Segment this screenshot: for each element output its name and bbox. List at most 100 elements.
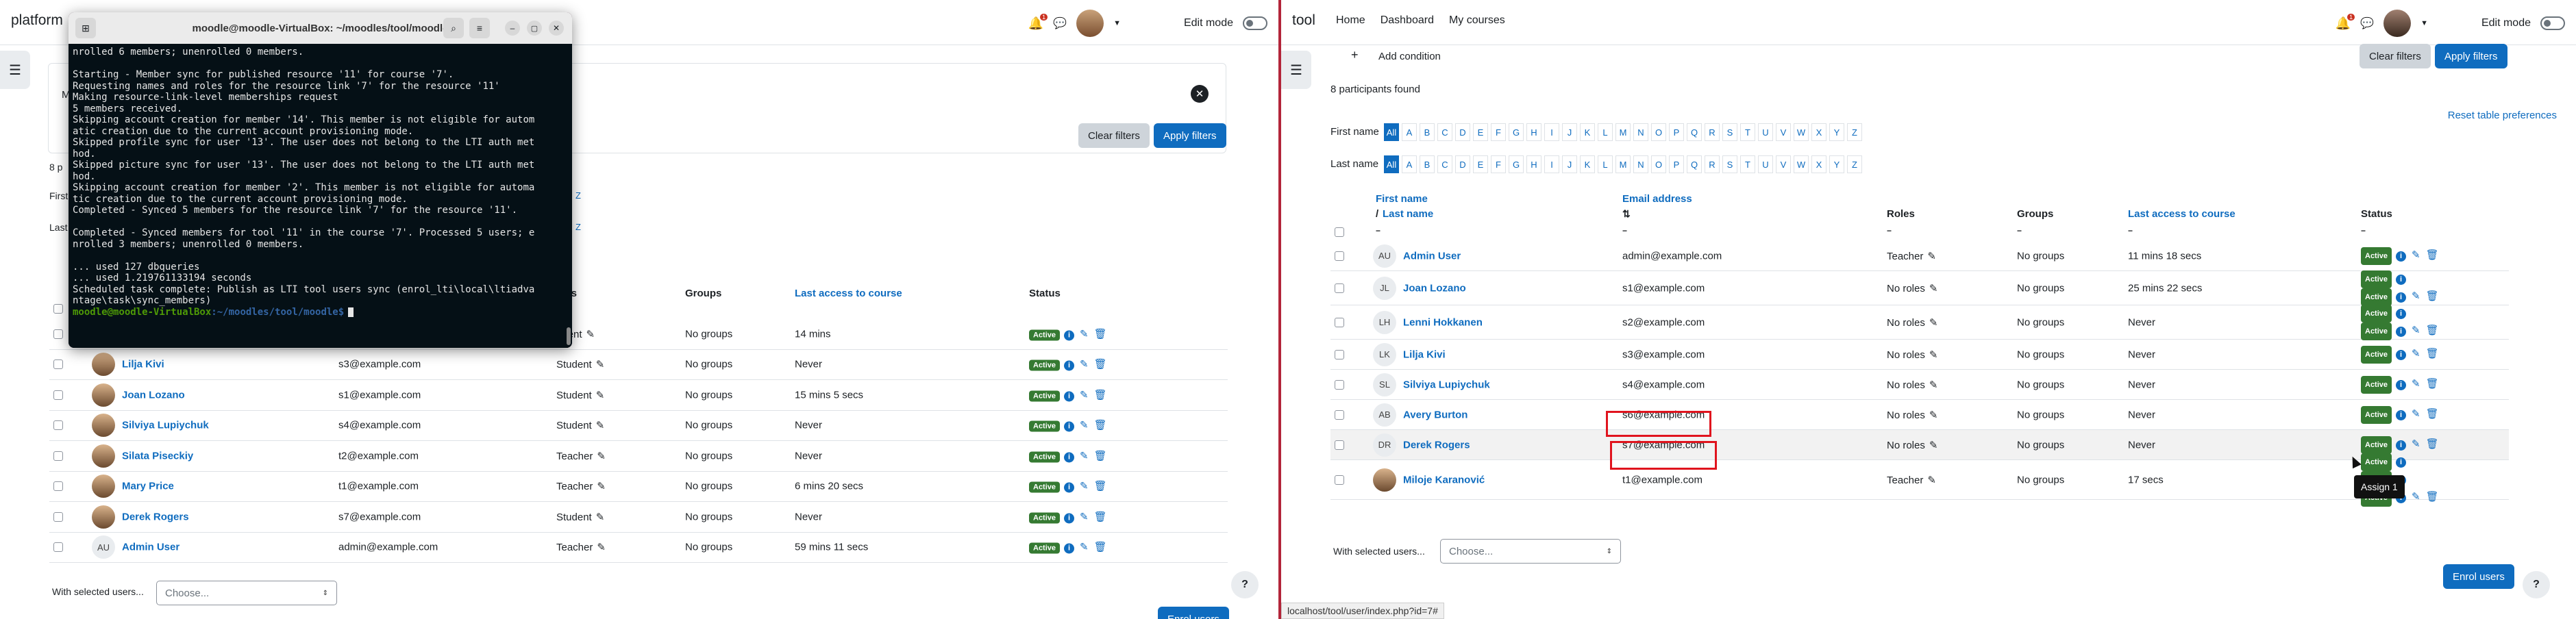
row-checkbox[interactable] (53, 451, 63, 461)
right-clear-filters-button[interactable]: Clear filters (2360, 44, 2431, 68)
initial-letter-button[interactable]: V (1776, 155, 1791, 173)
left-letter-z-last[interactable]: Z (575, 222, 581, 232)
edit-pencil-icon[interactable]: ✎ (1929, 349, 1938, 361)
initial-letter-button[interactable]: K (1580, 155, 1595, 173)
trash-icon[interactable]: 🗑 (1094, 419, 1107, 431)
left-col-status[interactable]: Status (1029, 288, 1061, 299)
collapse-access-icon[interactable]: − (2128, 226, 2133, 236)
info-icon[interactable]: i (1064, 391, 1075, 402)
nav-link[interactable]: My courses (1449, 14, 1505, 26)
nav-link[interactable]: Home (1336, 14, 1365, 26)
info-icon[interactable]: i (1064, 360, 1075, 371)
initial-letter-button[interactable]: G (1509, 155, 1524, 173)
col-status[interactable]: Status (2361, 208, 2392, 220)
edit-enrolment-icon[interactable]: ✎ (2412, 377, 2420, 392)
user-name-link[interactable]: Lilja Kivi (122, 359, 164, 370)
trash-icon[interactable]: 🗑 (2426, 248, 2439, 263)
left-select-all-checkbox[interactable] (53, 304, 63, 314)
initial-letter-button[interactable]: S (1722, 123, 1737, 141)
initial-letter-button[interactable]: D (1455, 123, 1470, 141)
edit-enrolment-icon[interactable]: ✎ (1080, 449, 1089, 462)
trash-icon[interactable]: 🗑 (2426, 490, 2439, 505)
initial-letter-button[interactable]: H (1526, 123, 1541, 141)
terminal-window[interactable]: ⊞ moodle@moodle-VirtualBox: ~/moodles/to… (69, 12, 572, 348)
trash-icon[interactable]: 🗑 (2426, 377, 2439, 392)
initial-letter-button[interactable]: K (1580, 123, 1595, 141)
messages-icon[interactable]: 💬 (2360, 16, 2374, 30)
trash-icon[interactable]: 🗑 (2426, 346, 2439, 362)
initial-letter-button[interactable]: T (1740, 155, 1755, 173)
row-checkbox[interactable] (53, 542, 63, 553)
info-icon[interactable]: i (2396, 440, 2407, 451)
initial-letter-button[interactable]: U (1758, 155, 1773, 173)
initial-letter-button[interactable]: B (1420, 155, 1435, 173)
terminal-scrollbar[interactable] (567, 327, 571, 345)
initial-letter-button[interactable]: P (1669, 123, 1684, 141)
initial-letter-button[interactable]: Y (1829, 123, 1844, 141)
row-checkbox[interactable] (1335, 283, 1344, 293)
terminal-titlebar[interactable]: ⊞ moodle@moodle-VirtualBox: ~/moodles/to… (69, 12, 572, 44)
user-name-link[interactable]: Lenni Hokkanen (1403, 316, 1483, 328)
info-icon[interactable]: i (1064, 452, 1075, 463)
terminal-menu-icon[interactable]: ≡ (469, 18, 490, 38)
info-icon[interactable]: i (2396, 409, 2407, 420)
right-drawer-toggle[interactable]: ☰ (1281, 51, 1311, 89)
edit-pencil-icon[interactable]: ✎ (1929, 317, 1938, 329)
initial-letter-button[interactable]: I (1544, 155, 1559, 173)
trash-icon[interactable]: 🗑 (1094, 358, 1107, 370)
trash-icon[interactable]: 🗑 (1094, 327, 1107, 340)
trash-icon[interactable]: 🗑 (1094, 480, 1107, 492)
user-name-link[interactable]: Silviya Lupiychuk (1403, 379, 1490, 390)
initial-letter-button[interactable]: G (1509, 123, 1524, 141)
user-name-link[interactable]: Silata Piseckiy (122, 450, 193, 462)
initial-letter-button[interactable]: F (1491, 123, 1506, 141)
user-name-link[interactable]: Avery Burton (1403, 409, 1467, 420)
trash-icon[interactable]: 🗑 (1094, 449, 1107, 462)
left-enrol-users-button[interactable]: Enrol users (1158, 607, 1229, 619)
left-filter-close-icon[interactable]: ✕ (1191, 85, 1209, 103)
user-name-link[interactable]: Mary Price (122, 481, 174, 492)
initial-letter-button[interactable]: N (1633, 155, 1648, 173)
edit-pencil-icon[interactable]: ✎ (596, 420, 605, 431)
edit-enrolment-icon[interactable]: ✎ (1080, 510, 1089, 522)
collapse-groups-icon[interactable]: − (2017, 226, 2022, 236)
initial-letter-button[interactable]: Y (1829, 155, 1844, 173)
initial-letter-button[interactable]: X (1811, 123, 1826, 141)
terminal-output[interactable]: nrolled 6 members; unenrolled 0 members.… (69, 44, 572, 348)
terminal-prompt[interactable]: moodle@moodle-VirtualBox:~/moodles/tool/… (73, 307, 568, 318)
user-avatar[interactable] (1076, 10, 1104, 37)
trash-icon[interactable]: 🗑 (2426, 437, 2439, 452)
terminal-close-icon[interactable]: ✕ (549, 21, 564, 36)
edit-mode-toggle[interactable] (2540, 16, 2565, 30)
col-last-name[interactable]: Last name (1383, 208, 1433, 220)
collapse-status-icon[interactable]: − (2361, 226, 2366, 236)
trash-icon[interactable]: 🗑 (1094, 388, 1107, 401)
col-groups[interactable]: Groups (2017, 208, 2053, 220)
edit-enrolment-icon[interactable]: ✎ (1080, 388, 1089, 401)
info-icon[interactable]: i (1064, 421, 1075, 432)
edit-pencil-icon[interactable]: ✎ (1927, 251, 1936, 262)
user-name-link[interactable]: Silviya Lupiychuk (122, 420, 209, 431)
row-checkbox[interactable] (1335, 379, 1344, 390)
edit-pencil-icon[interactable]: ✎ (596, 359, 605, 370)
info-icon[interactable]: i (2396, 308, 2407, 319)
edit-pencil-icon[interactable]: ✎ (597, 481, 606, 492)
left-drawer-toggle[interactable]: ☰ (0, 51, 30, 89)
info-icon[interactable]: i (2396, 251, 2407, 262)
edit-pencil-icon[interactable]: ✎ (586, 329, 595, 340)
left-help-button[interactable]: ? (1231, 571, 1259, 598)
row-checkbox[interactable] (53, 390, 63, 400)
initial-letter-button[interactable]: P (1669, 155, 1684, 173)
info-icon[interactable]: i (1064, 330, 1075, 341)
sort-asc-icon[interactable]: ⇅ (1622, 208, 1631, 220)
row-checkbox[interactable] (1335, 349, 1344, 359)
add-condition-plus-icon[interactable]: + (1351, 48, 1359, 62)
initial-letter-button[interactable]: O (1651, 123, 1666, 141)
reset-table-preferences-link[interactable]: Reset table preferences (2448, 110, 2557, 121)
right-help-button[interactable]: ? (2523, 571, 2550, 598)
row-checkbox[interactable] (53, 481, 63, 492)
info-icon[interactable]: i (2396, 292, 2407, 303)
info-icon[interactable]: i (2396, 379, 2407, 390)
initial-letter-button[interactable]: F (1491, 155, 1506, 173)
row-checkbox[interactable] (1335, 475, 1344, 485)
